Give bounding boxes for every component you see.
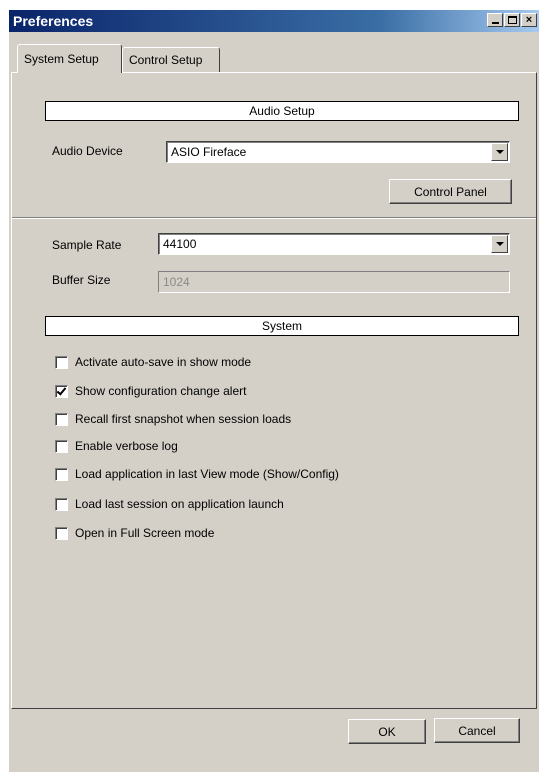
option-label: Load last session on application launch <box>75 497 284 511</box>
window-title: Preferences <box>13 13 94 29</box>
audio-setup-header: Audio Setup <box>45 101 519 121</box>
system-setup-panel: Audio Setup Audio Device ASIO Fireface C… <box>11 72 537 709</box>
tab-label: Control Setup <box>129 53 203 67</box>
ok-button[interactable]: OK <box>348 719 426 744</box>
option-verbose-log[interactable]: Enable verbose log <box>55 438 178 454</box>
checkbox[interactable] <box>55 355 68 369</box>
maximize-icon <box>507 16 517 24</box>
option-auto-save[interactable]: Activate auto-save in show mode <box>55 354 251 370</box>
option-label: Activate auto-save in show mode <box>75 355 252 369</box>
preferences-window: Preferences × System Setup Control Setup… <box>8 10 539 772</box>
checkbox[interactable] <box>55 497 68 511</box>
divider <box>12 217 536 219</box>
option-label: Load application in last View mode (Show… <box>75 467 339 481</box>
title-bar[interactable]: Preferences × <box>9 10 539 32</box>
buffer-size-value: 1024 <box>163 275 190 289</box>
buffer-size-label: Buffer Size <box>52 273 111 287</box>
audio-device-value: ASIO Fireface <box>171 145 247 159</box>
option-load-last-session[interactable]: Load last session on application launch <box>55 496 284 512</box>
option-label: Enable verbose log <box>75 439 178 453</box>
checkbox[interactable] <box>55 412 68 426</box>
tab-label: System Setup <box>24 52 99 66</box>
option-label: Recall first snapshot when session loads <box>75 412 292 426</box>
buffer-size-field: 1024 <box>158 271 510 293</box>
tab-control-setup[interactable]: Control Setup <box>122 47 220 72</box>
option-label: Open in Full Screen mode <box>75 526 215 540</box>
close-button[interactable]: × <box>521 13 537 27</box>
minimize-button[interactable] <box>487 13 503 27</box>
checkbox[interactable] <box>55 467 68 481</box>
system-header: System <box>45 316 519 336</box>
option-recall-first-snapshot[interactable]: Recall first snapshot when session loads <box>55 411 291 427</box>
checkbox[interactable] <box>55 384 68 398</box>
minimize-icon <box>491 22 499 24</box>
sample-rate-value: 44100 <box>163 237 197 251</box>
sample-rate-select[interactable]: 44100 <box>158 233 510 255</box>
option-full-screen[interactable]: Open in Full Screen mode <box>55 525 214 541</box>
option-config-change-alert[interactable]: Show configuration change alert <box>55 383 246 399</box>
close-icon: × <box>525 13 533 26</box>
checkbox[interactable] <box>55 526 68 540</box>
sample-rate-label: Sample Rate <box>52 238 122 252</box>
chevron-down-icon[interactable] <box>491 143 508 161</box>
control-panel-button[interactable]: Control Panel <box>389 179 512 204</box>
tab-system-setup[interactable]: System Setup <box>17 44 122 73</box>
chevron-down-icon[interactable] <box>491 235 508 253</box>
checkbox[interactable] <box>55 439 68 453</box>
option-label: Show configuration change alert <box>75 384 247 398</box>
audio-device-label: Audio Device <box>52 144 123 158</box>
audio-device-select[interactable]: ASIO Fireface <box>166 141 510 163</box>
cancel-button[interactable]: Cancel <box>434 718 520 743</box>
option-last-view-mode[interactable]: Load application in last View mode (Show… <box>55 466 339 482</box>
maximize-button[interactable] <box>504 13 520 27</box>
